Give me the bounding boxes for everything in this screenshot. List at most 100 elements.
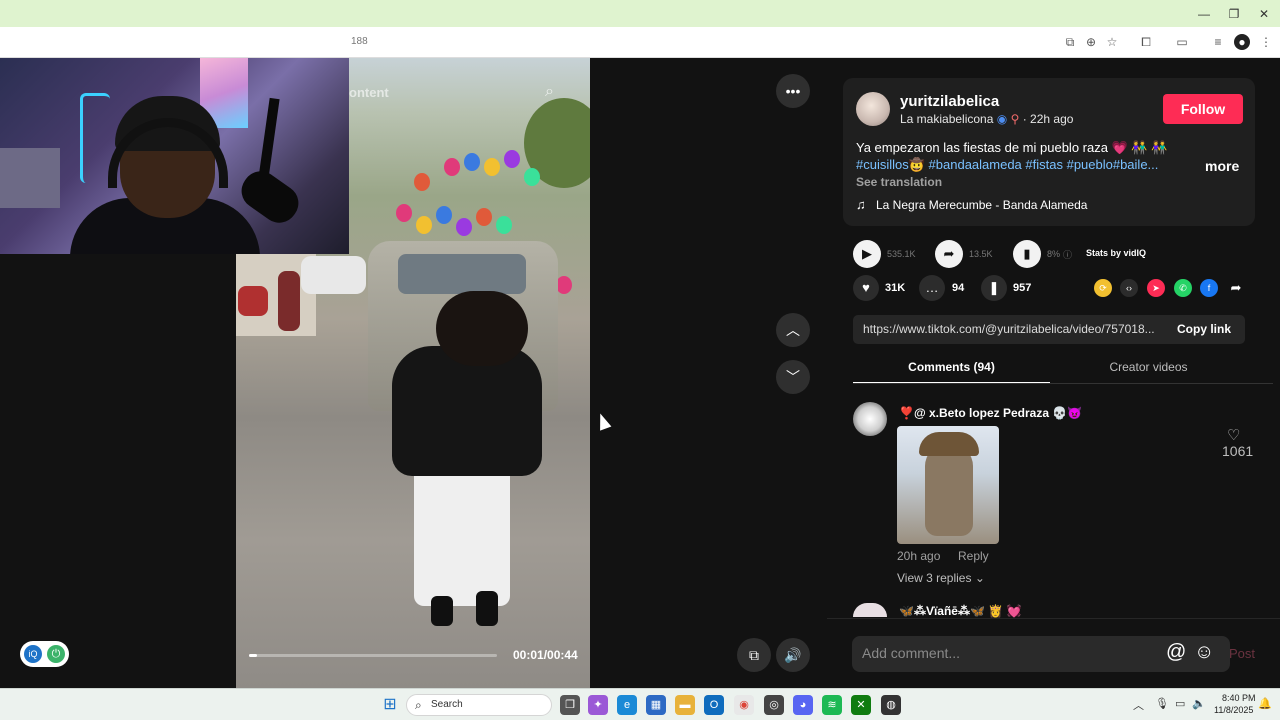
bookmark-star-icon[interactable]: ☆: [1104, 34, 1120, 50]
reply-button[interactable]: Reply: [958, 549, 989, 563]
comment-input[interactable]: Add comment... @ ☺: [852, 636, 1230, 672]
post-caption: Ya empezaron las fiestas de mi pueblo ra…: [856, 140, 1168, 155]
profile-icon[interactable]: ●: [1234, 34, 1250, 50]
view-replies-button[interactable]: View 3 replies ⌄: [897, 571, 985, 585]
copilot-icon[interactable]: ✦: [588, 695, 608, 715]
chrome-icon[interactable]: ◉: [734, 695, 754, 715]
menu-icon[interactable]: ⋮: [1258, 34, 1274, 50]
comment-icon[interactable]: …: [919, 275, 945, 301]
comment-count: 94: [952, 282, 965, 294]
share-arrow-icon[interactable]: ➦: [935, 240, 963, 268]
reading-list-icon[interactable]: ≡: [1210, 34, 1226, 50]
vidiq-label[interactable]: Stats by vidIQ: [1086, 248, 1146, 258]
video-player[interactable]: [236, 196, 590, 688]
microphone-icon[interactable]: 🎙: [1155, 697, 1169, 710]
post-comment-button[interactable]: Post: [1229, 646, 1255, 661]
post-time: · 22h ago: [1022, 112, 1074, 126]
emoji-icon[interactable]: ☺: [1194, 641, 1214, 664]
badge-icon: ⚲: [1010, 112, 1020, 126]
chevron-up-icon[interactable]: ︿: [1133, 697, 1144, 713]
video-progress-bar[interactable]: [249, 654, 497, 657]
minimize-icon[interactable]: —: [1190, 4, 1218, 24]
windows-taskbar: ⊞ ⌕ Search ❐ ✦ e ▦ ▬ O ◉ ◎ ◕ ≋ ✕ ◍ ︿ 🎙 ▭…: [0, 688, 1280, 720]
picture-in-picture-button[interactable]: ⧉: [737, 638, 771, 672]
outlook-icon[interactable]: O: [704, 695, 724, 715]
tiktok-page: ontent ⌕ 00:01/00:44 ••• ︿ ﹀ ⧉ 🔊 iQ ⏻ yu…: [0, 58, 1280, 688]
speaker-icon[interactable]: 🔈: [1192, 697, 1206, 710]
store-icon[interactable]: ▦: [646, 695, 666, 715]
see-translation-link[interactable]: See translation: [856, 175, 942, 189]
taskbar-search-label: Search: [431, 699, 463, 710]
bookmark-icon[interactable]: ❚: [981, 275, 1007, 301]
url-text[interactable]: 188: [351, 36, 368, 47]
extension-logo-icon: iQ: [24, 645, 42, 663]
bar-chart-icon[interactable]: ▮: [1013, 240, 1041, 268]
previous-video-button[interactable]: ︿: [776, 313, 810, 347]
heart-icon[interactable]: ♥: [853, 275, 879, 301]
steam-icon[interactable]: ◎: [764, 695, 784, 715]
volume-button[interactable]: 🔊: [776, 638, 810, 672]
search-icon: ⌕: [415, 698, 422, 712]
extension-toggle[interactable]: iQ ⏻: [20, 641, 69, 667]
more-share-icon[interactable]: ➦: [1227, 279, 1245, 297]
caption-more-link[interactable]: more: [1205, 158, 1239, 174]
more-options-button[interactable]: •••: [776, 74, 810, 108]
post-info-card: yuritzilabelica La makiabelicona ◉ ⚲ · 2…: [843, 78, 1255, 226]
copy-link-button[interactable]: Copy link: [1177, 322, 1231, 336]
address-bar[interactable]: 188 ⧉ ⊕ ☆ ⧠ ▭ ≡ ● ⋮: [0, 27, 1280, 58]
clock-date[interactable]: 11/8/2025: [1214, 705, 1253, 715]
cast-icon[interactable]: ⧉: [1062, 34, 1078, 50]
power-icon[interactable]: ⏻: [47, 645, 65, 663]
follow-button[interactable]: Follow: [1163, 94, 1243, 124]
comment-author[interactable]: ❣️@ x.Beto lopez Pedraza 💀😈: [899, 406, 1082, 420]
tab-comments[interactable]: Comments (94): [853, 360, 1050, 384]
comment-sticker-image[interactable]: [897, 426, 999, 544]
media-icon[interactable]: ▭: [1174, 34, 1190, 50]
edge-icon[interactable]: e: [617, 695, 637, 715]
task-view-icon[interactable]: ❐: [560, 695, 580, 715]
spotify-icon[interactable]: ≋: [822, 695, 842, 715]
zoom-icon[interactable]: ⊕: [1083, 34, 1099, 50]
repost-icon[interactable]: ⟳: [1094, 279, 1112, 297]
avatar[interactable]: [856, 92, 890, 126]
network-icon[interactable]: ▭: [1175, 697, 1185, 710]
notification-icon[interactable]: 🔔: [1258, 697, 1272, 710]
save-count: 957: [1013, 282, 1032, 294]
author-username[interactable]: yuritzilabelica: [900, 93, 999, 110]
post-hashtags[interactable]: #cuisillos🤠 #bandaalameda #fistas #puebl…: [856, 157, 1158, 173]
heart-outline-icon[interactable]: ♡: [1227, 426, 1240, 444]
search-icon[interactable]: ⌕: [545, 83, 554, 101]
tab-creator-videos[interactable]: Creator videos: [1050, 360, 1247, 384]
mention-icon[interactable]: @: [1166, 641, 1186, 664]
clock-time[interactable]: 8:40 PM: [1222, 693, 1256, 703]
share-link-box: https://www.tiktok.com/@yuritzilabelica/…: [853, 315, 1245, 344]
avatar[interactable]: [853, 603, 887, 617]
author-nickname[interactable]: La makiabelicona: [900, 112, 993, 126]
whatsapp-icon[interactable]: ✆: [1174, 279, 1192, 297]
facebook-icon[interactable]: f: [1200, 279, 1218, 297]
obs-icon[interactable]: ◍: [881, 695, 901, 715]
windows-start-icon[interactable]: ⊞: [380, 695, 400, 715]
comment-author[interactable]: 🦋⁂Vïañē⁂🦋 👸 💓: [899, 604, 1021, 618]
restore-icon[interactable]: ❐: [1220, 4, 1248, 24]
author-nickname-line: La makiabelicona ◉ ⚲ · 22h ago: [900, 112, 1073, 126]
next-video-button[interactable]: ﹀: [776, 360, 810, 394]
extensions-icon[interactable]: ⧠: [1138, 34, 1154, 50]
xbox-icon[interactable]: ✕: [851, 695, 871, 715]
avatar[interactable]: [853, 402, 887, 436]
file-explorer-icon[interactable]: ▬: [675, 695, 695, 715]
music-title[interactable]: La Negra Merecumbe - Banda Alameda: [876, 198, 1087, 212]
video-time: 00:01/00:44: [513, 648, 578, 662]
close-icon[interactable]: ✕: [1250, 4, 1278, 24]
taskbar-search[interactable]: ⌕ Search: [406, 694, 552, 716]
share-link-url[interactable]: https://www.tiktok.com/@yuritzilabelica/…: [863, 322, 1155, 336]
discord-icon[interactable]: ◕: [793, 695, 813, 715]
send-icon[interactable]: ➤: [1147, 279, 1165, 297]
mouse-cursor-icon: [594, 411, 612, 431]
tabs-divider: [853, 383, 1273, 384]
search-overlay-text[interactable]: ontent: [349, 85, 389, 100]
comment-time: 20h ago: [897, 549, 941, 563]
play-icon[interactable]: ▶: [853, 240, 881, 268]
info-icon[interactable]: ⓘ: [1063, 248, 1072, 261]
embed-icon[interactable]: ‹›: [1120, 279, 1138, 297]
